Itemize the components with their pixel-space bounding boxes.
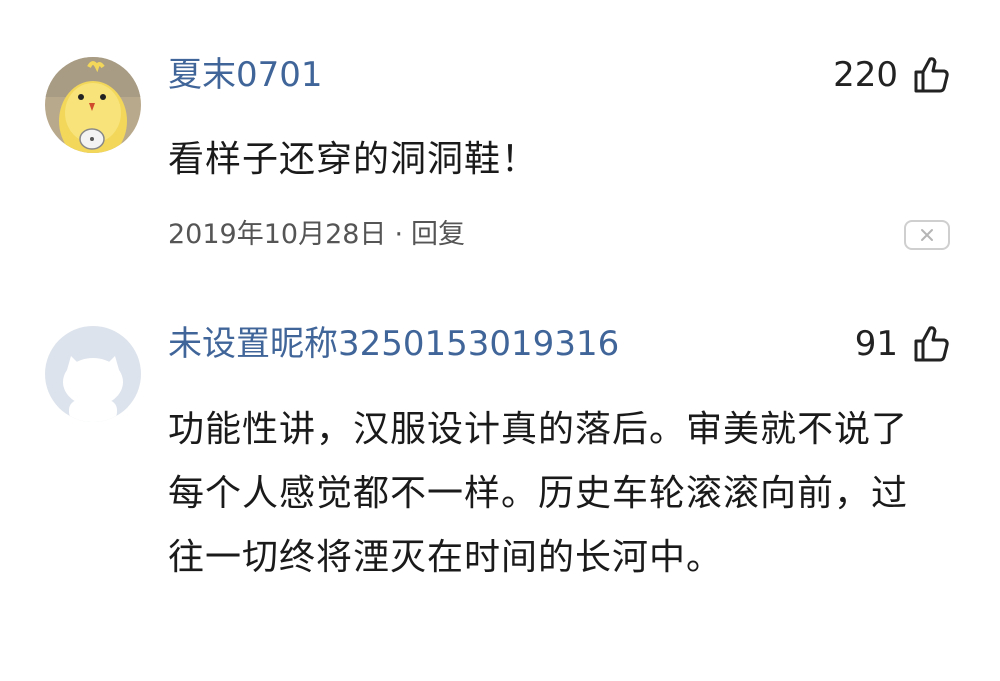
avatar[interactable] — [45, 57, 141, 153]
thumbs-up-icon[interactable] — [912, 55, 952, 95]
username[interactable]: 未设置昵称3250153019316 — [168, 324, 619, 364]
dismiss-button[interactable] — [904, 220, 950, 250]
like-group[interactable]: 220 — [833, 53, 952, 97]
comment-item: 夏末0701 220 看样子还穿的洞洞鞋！ 2019年10月28日 · 回复 — [0, 0, 1000, 290]
avatar[interactable] — [45, 326, 141, 422]
comment-meta: 2019年10月28日 · 回复 — [168, 218, 465, 252]
comment-text: 功能性讲，汉服设计真的落后。审美就不说了每个人感觉都不一样。历史车轮滚滚向前，过… — [168, 409, 909, 578]
thumbs-up-icon[interactable] — [912, 324, 952, 364]
comment-text: 看样子还穿的洞洞鞋！ — [168, 139, 539, 180]
close-icon — [921, 229, 933, 241]
like-count: 91 — [854, 324, 898, 364]
like-group[interactable]: 91 — [855, 322, 952, 366]
username[interactable]: 夏末0701 — [168, 55, 323, 95]
meta-separator: · — [394, 219, 404, 250]
comment-item: 未设置昵称3250153019316 91 功能性讲，汉服设计真的落后。审美就不… — [0, 290, 1000, 681]
comment-date: 2019年10月28日 — [168, 219, 387, 250]
like-count: 220 — [833, 55, 898, 95]
default-avatar-icon — [45, 326, 141, 422]
chick-avatar-icon — [45, 57, 141, 153]
reply-link[interactable]: 回复 — [411, 219, 465, 250]
